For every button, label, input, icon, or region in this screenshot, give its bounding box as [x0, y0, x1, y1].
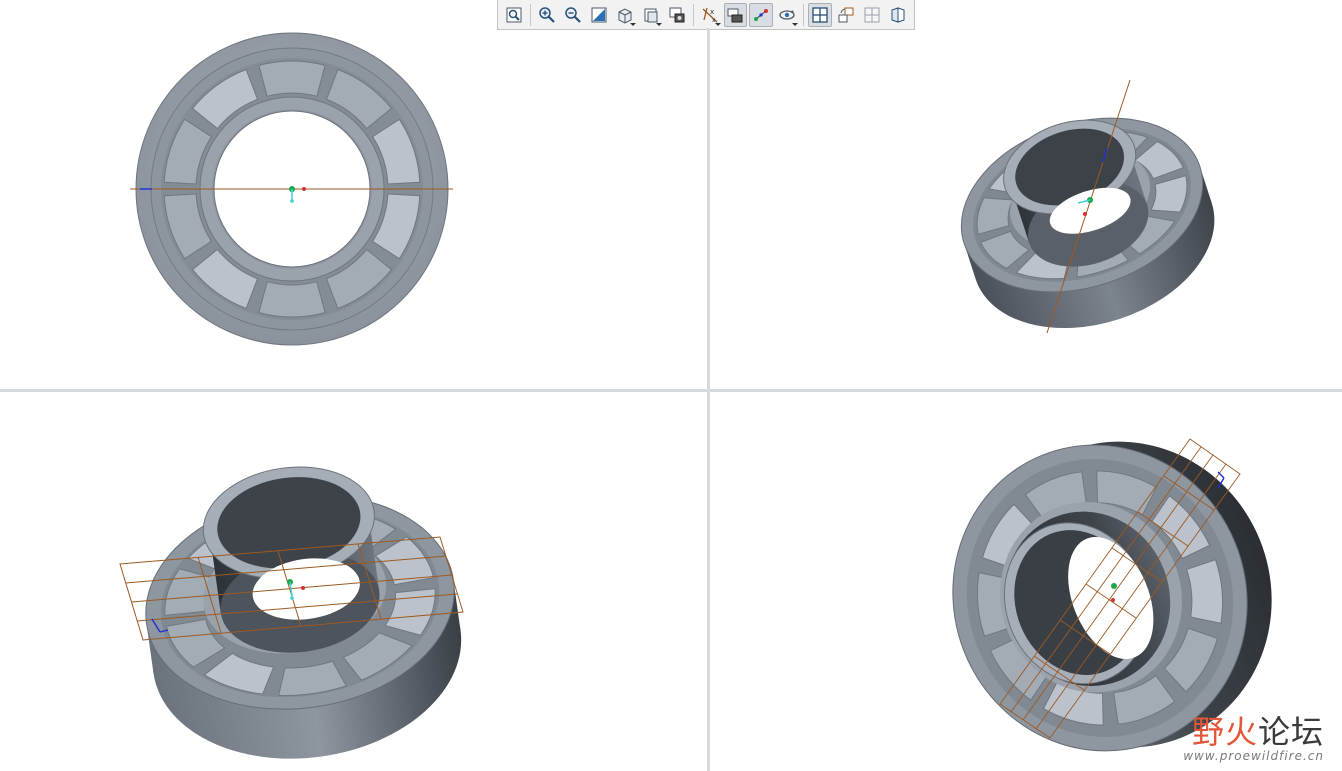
toolbar-separator	[803, 3, 805, 26]
saved-views-icon[interactable]	[639, 3, 663, 27]
watermark-title-part-b: 论坛	[1257, 713, 1324, 751]
four-views-icon[interactable]	[808, 2, 833, 27]
isometric-view-bottom-left	[119, 466, 464, 759]
watermark-title-part-a: 野火	[1191, 713, 1258, 751]
watermark-url: www.proewildfire.cn	[1183, 749, 1324, 763]
watermark-title: 野火论坛	[1183, 715, 1324, 749]
orient-icon[interactable]	[834, 3, 858, 27]
viewport-isometric-top-right[interactable]	[710, 30, 1342, 389]
zoom-out-icon[interactable]	[561, 3, 585, 27]
layout-icon[interactable]	[860, 3, 884, 27]
viewport-isometric-bottom-left[interactable]	[0, 392, 707, 771]
plane-tag-icon[interactable]	[723, 2, 748, 27]
toolbar-separator	[692, 3, 694, 26]
pocket	[258, 60, 326, 97]
toolbar-separator	[529, 3, 531, 26]
viewport-front[interactable]	[0, 30, 707, 389]
view-manager-icon[interactable]	[665, 3, 689, 27]
repaint-icon[interactable]	[587, 3, 611, 27]
front-view	[130, 32, 453, 346]
datum-display-icon[interactable]: xx	[698, 3, 722, 27]
pocket	[258, 281, 326, 318]
refit-icon[interactable]	[502, 3, 526, 27]
viewport-divider-vertical[interactable]	[707, 28, 710, 771]
viewport-divider-horizontal[interactable]	[0, 389, 1342, 392]
watermark: 野火论坛 www.proewildfire.cn	[1183, 715, 1324, 763]
view-toolbar: xx	[497, 0, 915, 30]
display-style-icon[interactable]	[613, 3, 637, 27]
isometric-view-top-right	[960, 79, 1215, 334]
section-icon[interactable]	[886, 3, 910, 27]
axis-display-icon[interactable]	[749, 2, 774, 27]
spin-center-icon[interactable]	[775, 3, 799, 27]
svg-text:x: x	[710, 8, 714, 16]
zoom-in-icon[interactable]	[535, 3, 559, 27]
cad-window: xx 野火论坛 www.proewildfire.cn	[0, 0, 1342, 771]
